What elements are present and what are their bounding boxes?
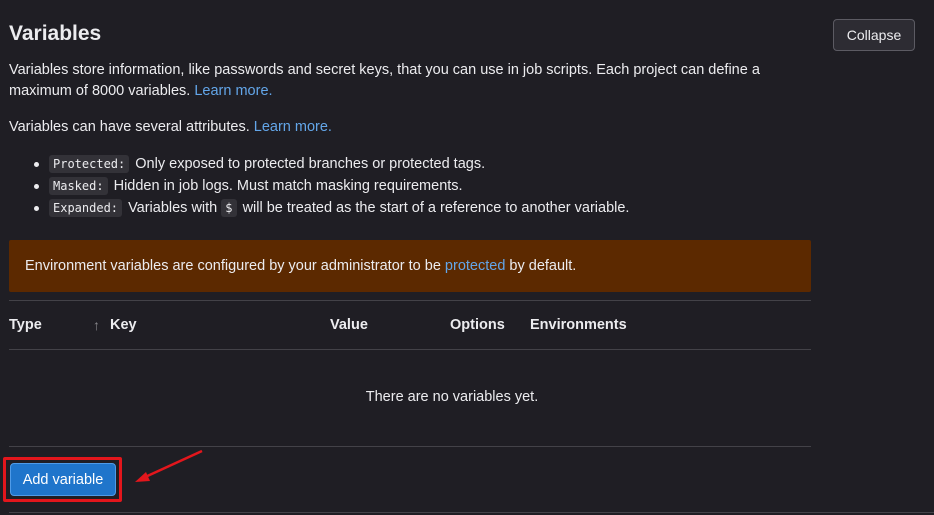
variables-settings-page: Variables Collapse Variables store infor… bbox=[0, 0, 934, 515]
annotation-arrow-icon bbox=[135, 449, 203, 482]
divider bbox=[9, 512, 934, 513]
